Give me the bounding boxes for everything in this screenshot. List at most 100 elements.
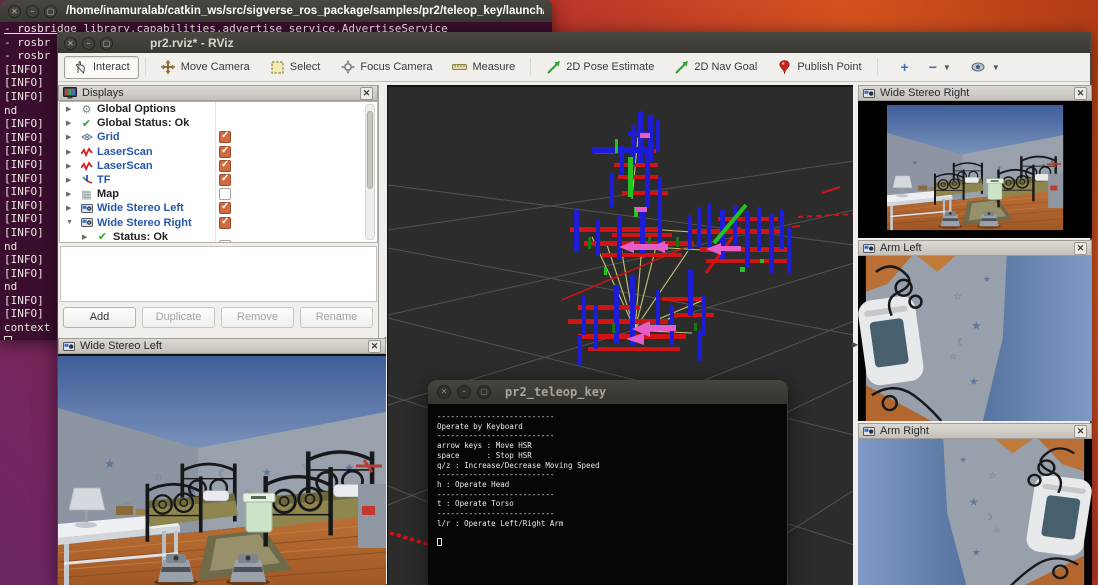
displays-buttons: Add Duplicate Remove Rename (58, 307, 378, 331)
expander-icon[interactable]: ▶ (66, 105, 76, 113)
wide-stereo-left-panel: Wide Stereo Left ✕ (58, 338, 386, 585)
display-checkbox[interactable] (219, 174, 231, 186)
display-checkbox[interactable] (219, 217, 231, 229)
display-checkbox[interactable] (219, 202, 231, 214)
add-tool-button[interactable]: + (892, 55, 918, 79)
arm-left-header[interactable]: Arm Left ✕ (858, 240, 1092, 256)
display-row-grid[interactable]: ▶ Grid (60, 130, 377, 144)
maximize-icon[interactable]: ▢ (44, 5, 57, 18)
close-icon[interactable]: ✕ (1074, 87, 1087, 100)
teleop-line: -------------------------- (437, 509, 783, 519)
display-checkbox[interactable] (219, 146, 231, 158)
close-icon[interactable]: ✕ (1074, 425, 1087, 438)
teleop-line: -------------------------- (437, 470, 783, 480)
teleop-titlebar[interactable]: ✕ − ▢ pr2_teleop_key (428, 380, 787, 404)
remove-tool-button[interactable]: − ▼ (920, 55, 960, 79)
toolbar-separator (877, 58, 878, 76)
tool-publish-point[interactable]: Publish Point (768, 56, 870, 79)
close-icon[interactable]: ✕ (437, 385, 451, 399)
map-pin-icon (777, 60, 792, 75)
close-icon[interactable]: ✕ (64, 37, 77, 50)
display-row-wide-stereo-right[interactable]: ▼ Wide Stereo Right (60, 216, 377, 230)
move-arrows-icon (161, 60, 176, 75)
tool-2d-pose-estimate[interactable]: 2D Pose Estimate (537, 56, 663, 79)
display-row-wide-stereo-left[interactable]: ▶ Wide Stereo Left (60, 201, 377, 215)
display-row-global-options[interactable]: ▶ ⚙ Global Options (60, 102, 377, 116)
hand-icon (73, 60, 88, 75)
tool-move-camera[interactable]: Move Camera (152, 56, 259, 79)
scrollbar-thumb[interactable] (367, 111, 373, 189)
chevron-down-icon: ▼ (943, 63, 951, 72)
expander-icon[interactable]: ▶ (66, 133, 76, 141)
teleop-line: -------------------------- (437, 490, 783, 500)
teleop-window[interactable]: ✕ − ▢ pr2_teleop_key -------------------… (428, 380, 788, 585)
tool-measure[interactable]: Measure (443, 56, 524, 79)
duplicate-button[interactable]: Duplicate (142, 307, 215, 328)
grid-icon (80, 131, 93, 144)
camera-icon (63, 341, 75, 352)
close-icon[interactable]: ✕ (8, 5, 21, 18)
rviz-titlebar[interactable]: ✕ − ▢ pr2.rviz* - RViz (58, 33, 1090, 53)
display-checkbox[interactable] (219, 131, 231, 143)
partial-checkbox (219, 240, 231, 243)
wide-stereo-left-header[interactable]: Wide Stereo Left ✕ (58, 338, 386, 354)
terminal-titlebar[interactable]: ✕ − ▢ /home/inamuralab/catkin_ws/src/sig… (0, 0, 552, 22)
display-checkbox[interactable] (219, 160, 231, 172)
tree-scrollbar[interactable] (365, 104, 375, 240)
minimize-icon[interactable]: − (26, 5, 39, 18)
arm-right-header[interactable]: Arm Right ✕ (858, 423, 1092, 439)
panel-title: Wide Stereo Left (80, 340, 162, 352)
expander-icon[interactable]: ▶ (66, 148, 76, 156)
arm-left-panel: Arm Left ✕ (858, 240, 1092, 421)
display-row-laserscan[interactable]: ▶ LaserScan (60, 145, 377, 159)
rviz-window-title: pr2.rviz* - RViz (150, 36, 234, 50)
close-icon[interactable]: ✕ (1074, 242, 1087, 255)
expander-icon[interactable]: ▶ (66, 162, 76, 170)
rename-button[interactable]: Rename (300, 307, 373, 328)
green-arrow-icon (674, 60, 689, 75)
expander-icon[interactable]: ▶ (82, 233, 92, 241)
display-row-laserscan[interactable]: ▶ LaserScan (60, 159, 377, 173)
add-button[interactable]: Add (63, 307, 136, 328)
remove-button[interactable]: Remove (221, 307, 294, 328)
camera-icon (80, 202, 93, 215)
tool-focus-camera[interactable]: Focus Camera (331, 56, 441, 79)
maximize-icon[interactable]: ▢ (100, 37, 113, 50)
wide-stereo-right-panel: Wide Stereo Right ✕ (858, 85, 1092, 238)
close-icon[interactable]: ✕ (368, 340, 381, 353)
monitor-icon (63, 87, 77, 99)
teleop-line: h : Operate Head (437, 480, 783, 490)
teleop-line: -------------------------- (437, 412, 783, 422)
displays-panel: Displays ✕ ▶ ⚙ Global Options ▶ ✔ Global… (58, 85, 379, 338)
expander-icon[interactable]: ▼ (66, 219, 76, 226)
camera-icon (863, 88, 875, 99)
display-row-global-status[interactable]: ▶ ✔ Global Status: Ok (60, 116, 377, 130)
tool-label: Measure (472, 61, 515, 73)
tool-label: Interact (93, 61, 130, 73)
minimize-icon[interactable]: − (457, 385, 471, 399)
expander-icon[interactable]: ▶ (66, 176, 76, 184)
display-row-map[interactable]: ▶ ▦ Map (60, 187, 377, 201)
tool-interact[interactable]: Interact (64, 56, 139, 79)
wide-stereo-right-header[interactable]: Wide Stereo Right ✕ (858, 85, 1092, 101)
tool-properties-button[interactable]: ▼ (962, 56, 1009, 79)
plus-icon: + (901, 59, 909, 75)
expander-icon[interactable]: ▶ (66, 204, 76, 212)
green-arrow-icon (546, 60, 561, 75)
check-icon: ✔ (80, 117, 93, 130)
close-icon[interactable]: ✕ (360, 87, 373, 100)
displays-panel-header[interactable]: Displays ✕ (58, 85, 378, 101)
displays-tree: ▶ ⚙ Global Options ▶ ✔ Global Status: Ok… (59, 101, 378, 243)
display-row-tf[interactable]: ▶ TF (60, 173, 377, 187)
maximize-icon[interactable]: ▢ (477, 385, 491, 399)
rviz-toolbar: Interact Move Camera Select Focus Camera (58, 53, 1090, 82)
display-checkbox[interactable] (219, 188, 231, 200)
expander-icon[interactable]: ▶ (66, 190, 76, 198)
teleop-line: t : Operate Torso (437, 499, 783, 509)
tool-select[interactable]: Select (261, 56, 330, 79)
tool-2d-nav-goal[interactable]: 2D Nav Goal (665, 56, 766, 79)
minimize-icon[interactable]: − (82, 37, 95, 50)
expander-icon[interactable]: ▶ (66, 119, 76, 127)
laserscan-icon (80, 159, 93, 172)
minus-icon: − (929, 59, 937, 75)
